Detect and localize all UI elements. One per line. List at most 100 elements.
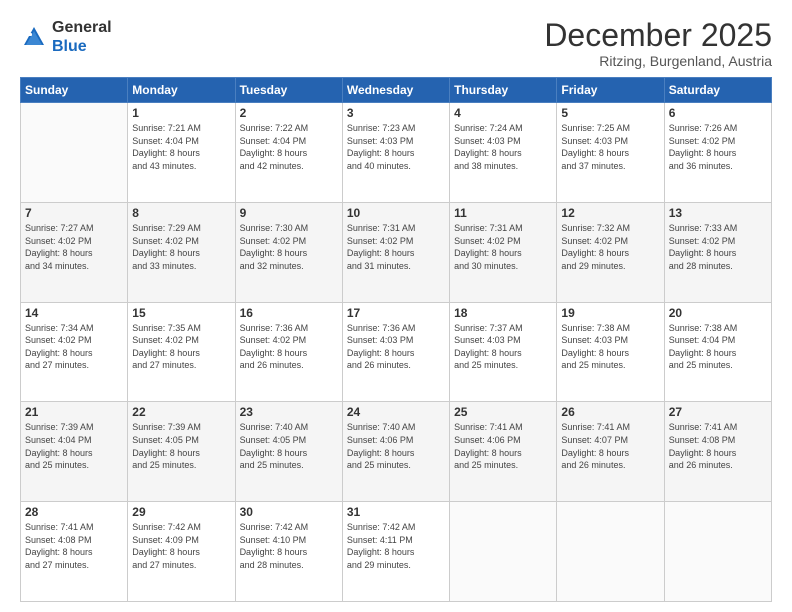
day-info: Sunrise: 7:21 AM Sunset: 4:04 PM Dayligh… <box>132 122 230 172</box>
day-number: 27 <box>669 405 767 419</box>
calendar-cell: 26Sunrise: 7:41 AM Sunset: 4:07 PM Dayli… <box>557 402 664 502</box>
day-info: Sunrise: 7:23 AM Sunset: 4:03 PM Dayligh… <box>347 122 445 172</box>
calendar-cell: 25 Sunrise: 7:41 AM Sunset: 4:06 PM Dayli… <box>450 402 557 502</box>
day-number: 8 <box>132 206 230 220</box>
calendar-cell <box>664 502 771 602</box>
day-number: 1 <box>132 106 230 120</box>
calendar-cell: 30 Sunrise: 7:42 AM Sunset: 4:10 PM Dayli… <box>235 502 342 602</box>
calendar-week-2: 7 Sunrise: 7:27 AM Sunset: 4:02 PM Daylig… <box>21 202 772 302</box>
calendar-cell: 14 Sunrise: 7:34 AM Sunset: 4:02 PM Dayli… <box>21 302 128 402</box>
calendar-cell: 1 Sunrise: 7:21 AM Sunset: 4:04 PM Daylig… <box>128 103 235 203</box>
day-number: 11 <box>454 206 552 220</box>
calendar-cell: 20Sunrise: 7:38 AM Sunset: 4:04 PM Dayli… <box>664 302 771 402</box>
calendar-cell: 28Sunrise: 7:41 AM Sunset: 4:08 PM Dayli… <box>21 502 128 602</box>
day-number: 13 <box>669 206 767 220</box>
day-info: Sunrise: 7:36 AM Sunset: 4:02 PM Dayligh… <box>240 322 338 372</box>
day-info: Sunrise: 7:37 AM Sunset: 4:03 PM Dayligh… <box>454 322 552 372</box>
calendar-cell: 23 Sunrise: 7:40 AM Sunset: 4:05 PM Dayli… <box>235 402 342 502</box>
day-number: 26 <box>561 405 659 419</box>
calendar-week-1: 1 Sunrise: 7:21 AM Sunset: 4:04 PM Daylig… <box>21 103 772 203</box>
logo-text: General Blue <box>52 18 112 56</box>
calendar-cell: 13 Sunrise: 7:33 AM Sunset: 4:02 PM Dayli… <box>664 202 771 302</box>
weekday-friday: Friday <box>557 78 664 103</box>
calendar-cell <box>21 103 128 203</box>
day-number: 24 <box>347 405 445 419</box>
calendar-cell: 10 Sunrise: 7:31 AM Sunset: 4:02 PM Dayli… <box>342 202 449 302</box>
weekday-monday: Monday <box>128 78 235 103</box>
day-info: Sunrise: 7:38 AM Sunset: 4:03 PM Dayligh… <box>561 322 659 372</box>
weekday-header-row: SundayMondayTuesdayWednesdayThursdayFrid… <box>21 78 772 103</box>
day-number: 22 <box>132 405 230 419</box>
day-info: Sunrise: 7:40 AM Sunset: 4:06 PM Dayligh… <box>347 421 445 471</box>
weekday-thursday: Thursday <box>450 78 557 103</box>
calendar-cell <box>450 502 557 602</box>
day-info: Sunrise: 7:30 AM Sunset: 4:02 PM Dayligh… <box>240 222 338 272</box>
month-title: December 2025 <box>544 18 772 53</box>
day-info: Sunrise: 7:24 AM Sunset: 4:03 PM Dayligh… <box>454 122 552 172</box>
calendar-cell: 4 Sunrise: 7:24 AM Sunset: 4:03 PM Daylig… <box>450 103 557 203</box>
day-number: 19 <box>561 306 659 320</box>
weekday-saturday: Saturday <box>664 78 771 103</box>
day-number: 5 <box>561 106 659 120</box>
calendar-cell: 22 Sunrise: 7:39 AM Sunset: 4:05 PM Dayli… <box>128 402 235 502</box>
day-number: 25 <box>454 405 552 419</box>
day-info: Sunrise: 7:39 AM Sunset: 4:04 PM Dayligh… <box>25 421 123 471</box>
day-number: 31 <box>347 505 445 519</box>
day-info: Sunrise: 7:40 AM Sunset: 4:05 PM Dayligh… <box>240 421 338 471</box>
day-number: 16 <box>240 306 338 320</box>
calendar-cell: 9 Sunrise: 7:30 AM Sunset: 4:02 PM Daylig… <box>235 202 342 302</box>
day-info: Sunrise: 7:29 AM Sunset: 4:02 PM Dayligh… <box>132 222 230 272</box>
calendar-cell: 17 Sunrise: 7:36 AM Sunset: 4:03 PM Dayli… <box>342 302 449 402</box>
calendar-cell: 31Sunrise: 7:42 AM Sunset: 4:11 PM Dayli… <box>342 502 449 602</box>
calendar-week-5: 28Sunrise: 7:41 AM Sunset: 4:08 PM Dayli… <box>21 502 772 602</box>
weekday-sunday: Sunday <box>21 78 128 103</box>
day-number: 12 <box>561 206 659 220</box>
day-number: 17 <box>347 306 445 320</box>
calendar-cell: 21 Sunrise: 7:39 AM Sunset: 4:04 PM Dayli… <box>21 402 128 502</box>
day-info: Sunrise: 7:39 AM Sunset: 4:05 PM Dayligh… <box>132 421 230 471</box>
logo: General Blue <box>20 18 112 56</box>
day-info: Sunrise: 7:31 AM Sunset: 4:02 PM Dayligh… <box>454 222 552 272</box>
day-info: Sunrise: 7:33 AM Sunset: 4:02 PM Dayligh… <box>669 222 767 272</box>
calendar-cell: 12Sunrise: 7:32 AM Sunset: 4:02 PM Dayli… <box>557 202 664 302</box>
day-info: Sunrise: 7:41 AM Sunset: 4:08 PM Dayligh… <box>669 421 767 471</box>
calendar-cell: 3 Sunrise: 7:23 AM Sunset: 4:03 PM Daylig… <box>342 103 449 203</box>
day-info: Sunrise: 7:31 AM Sunset: 4:02 PM Dayligh… <box>347 222 445 272</box>
day-number: 23 <box>240 405 338 419</box>
header: General Blue December 2025 Ritzing, Burg… <box>20 18 772 69</box>
day-number: 3 <box>347 106 445 120</box>
day-number: 2 <box>240 106 338 120</box>
calendar-table: SundayMondayTuesdayWednesdayThursdayFrid… <box>20 77 772 602</box>
day-number: 18 <box>454 306 552 320</box>
day-number: 21 <box>25 405 123 419</box>
day-info: Sunrise: 7:27 AM Sunset: 4:02 PM Dayligh… <box>25 222 123 272</box>
day-info: Sunrise: 7:34 AM Sunset: 4:02 PM Dayligh… <box>25 322 123 372</box>
day-info: Sunrise: 7:41 AM Sunset: 4:08 PM Dayligh… <box>25 521 123 571</box>
calendar-cell: 16 Sunrise: 7:36 AM Sunset: 4:02 PM Dayli… <box>235 302 342 402</box>
logo-icon <box>20 23 48 51</box>
calendar-week-3: 14 Sunrise: 7:34 AM Sunset: 4:02 PM Dayli… <box>21 302 772 402</box>
day-info: Sunrise: 7:36 AM Sunset: 4:03 PM Dayligh… <box>347 322 445 372</box>
day-number: 4 <box>454 106 552 120</box>
day-info: Sunrise: 7:42 AM Sunset: 4:10 PM Dayligh… <box>240 521 338 571</box>
day-number: 6 <box>669 106 767 120</box>
day-number: 7 <box>25 206 123 220</box>
calendar-week-4: 21 Sunrise: 7:39 AM Sunset: 4:04 PM Dayli… <box>21 402 772 502</box>
calendar-cell: 11 Sunrise: 7:31 AM Sunset: 4:02 PM Dayli… <box>450 202 557 302</box>
logo-blue: Blue <box>52 37 112 56</box>
calendar-cell: 18 Sunrise: 7:37 AM Sunset: 4:03 PM Dayli… <box>450 302 557 402</box>
day-number: 20 <box>669 306 767 320</box>
calendar-cell: 24 Sunrise: 7:40 AM Sunset: 4:06 PM Dayli… <box>342 402 449 502</box>
day-number: 10 <box>347 206 445 220</box>
day-info: Sunrise: 7:41 AM Sunset: 4:06 PM Dayligh… <box>454 421 552 471</box>
day-number: 9 <box>240 206 338 220</box>
location-subtitle: Ritzing, Burgenland, Austria <box>544 53 772 69</box>
calendar-cell: 15Sunrise: 7:35 AM Sunset: 4:02 PM Dayli… <box>128 302 235 402</box>
day-info: Sunrise: 7:25 AM Sunset: 4:03 PM Dayligh… <box>561 122 659 172</box>
day-info: Sunrise: 7:26 AM Sunset: 4:02 PM Dayligh… <box>669 122 767 172</box>
day-number: 30 <box>240 505 338 519</box>
calendar-cell: 2Sunrise: 7:22 AM Sunset: 4:04 PM Daylig… <box>235 103 342 203</box>
calendar-cell: 7 Sunrise: 7:27 AM Sunset: 4:02 PM Daylig… <box>21 202 128 302</box>
day-number: 14 <box>25 306 123 320</box>
calendar-cell: 29Sunrise: 7:42 AM Sunset: 4:09 PM Dayli… <box>128 502 235 602</box>
